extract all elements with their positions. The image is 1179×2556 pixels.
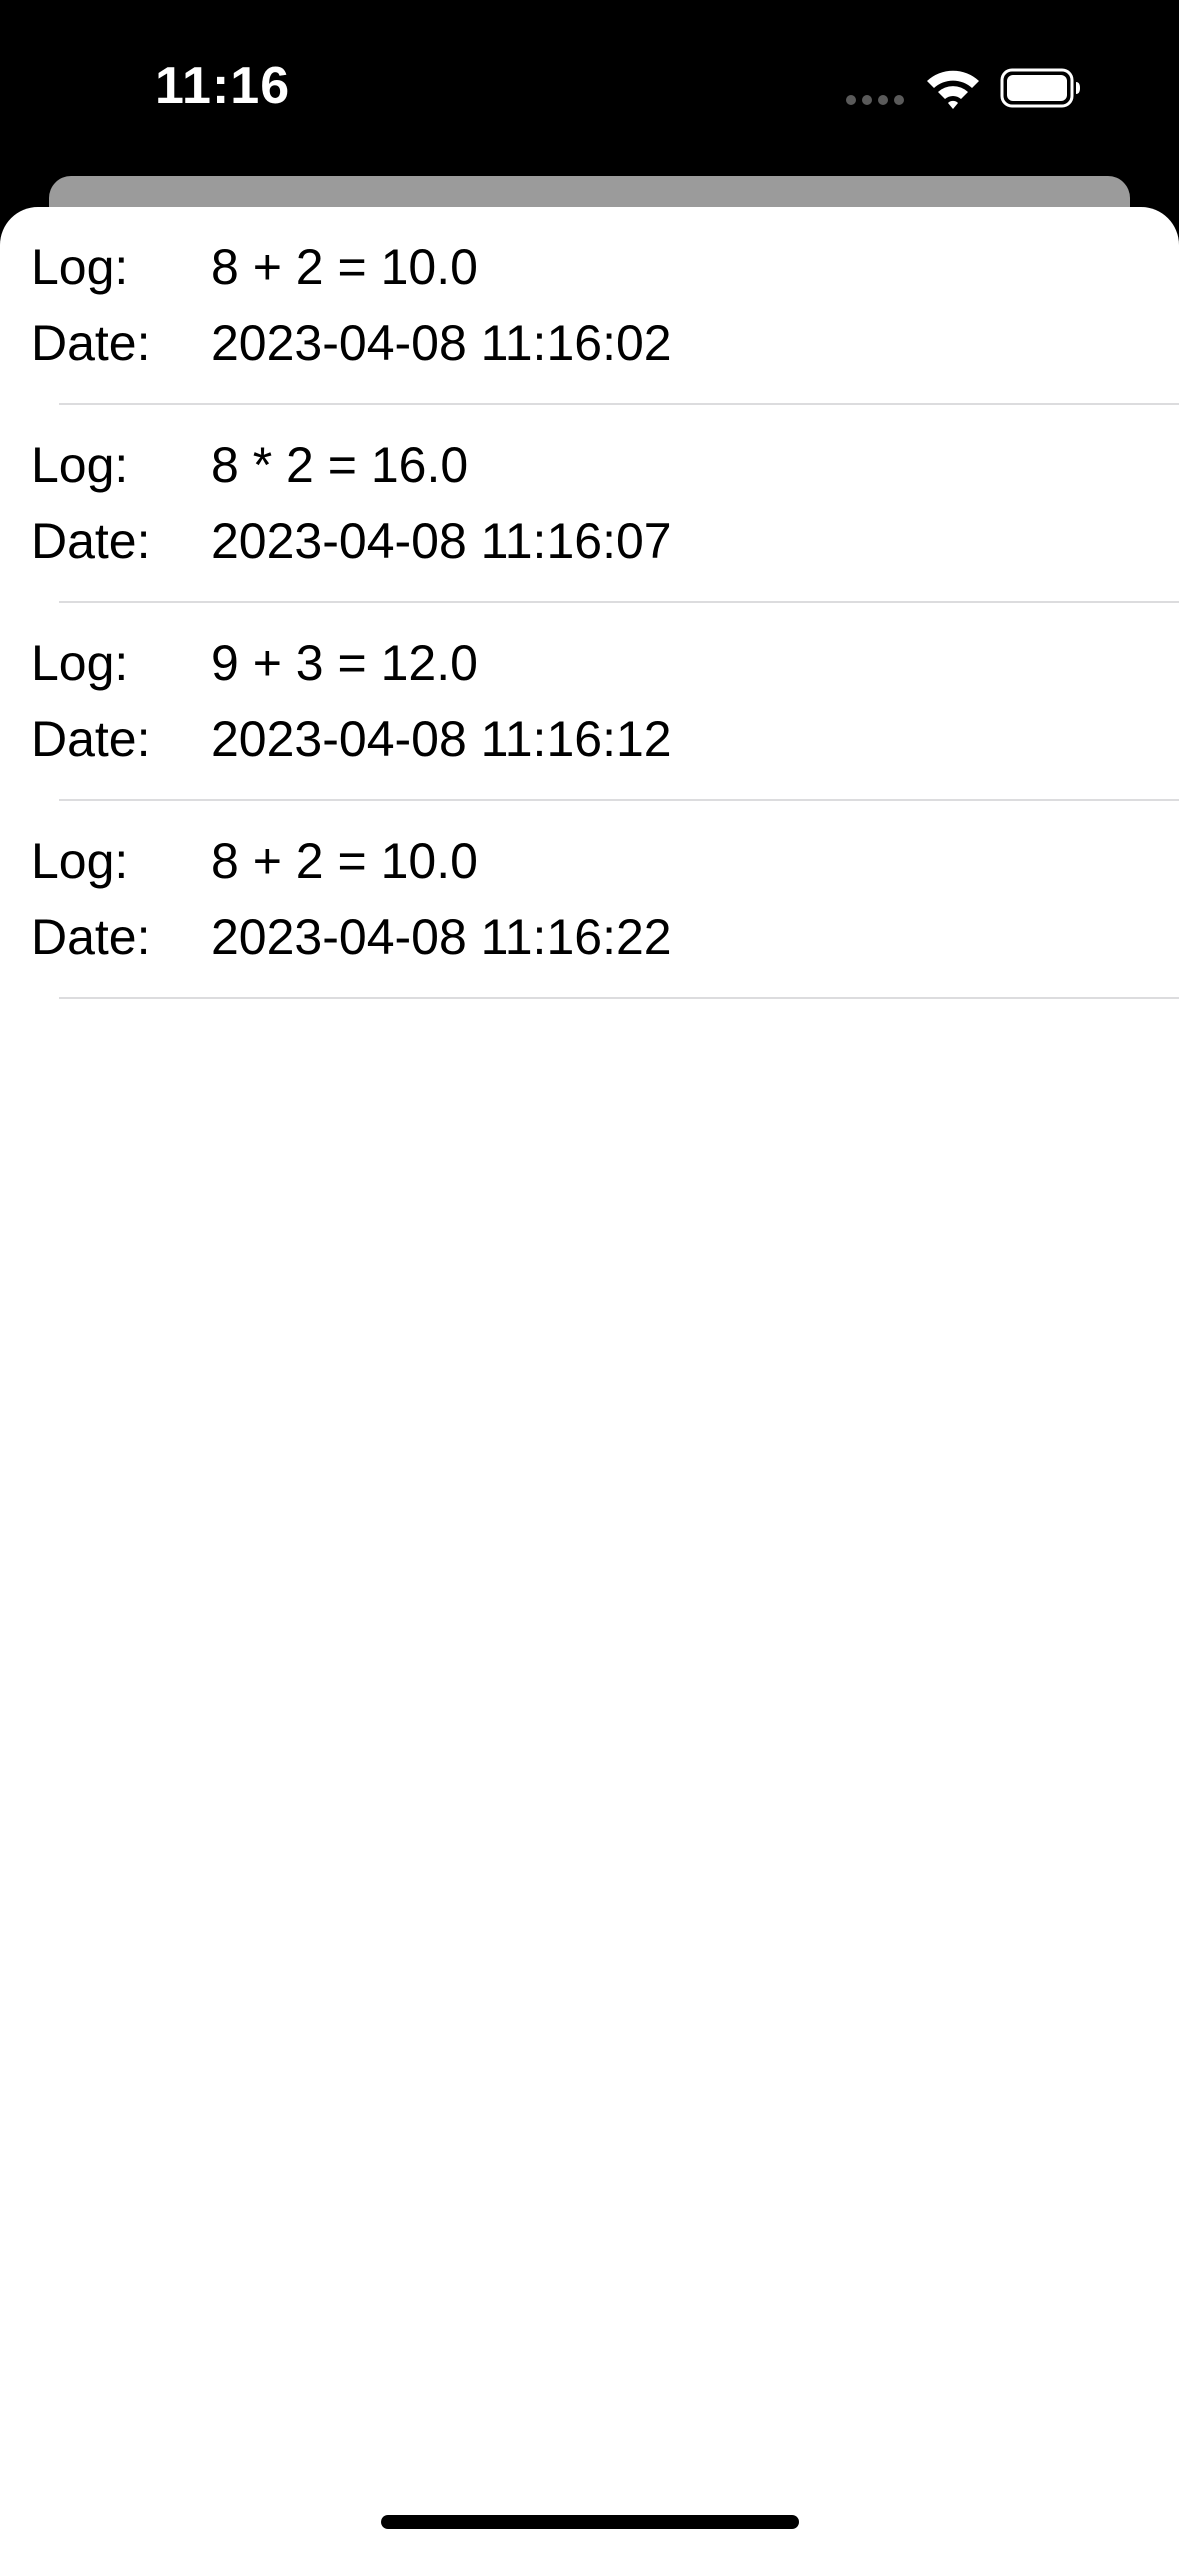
log-row[interactable]: Log: 8 + 2 = 10.0 Date: 2023-04-08 11:16… [0, 207, 1179, 405]
date-field: Date: 2023-04-08 11:16:22 [0, 907, 1179, 967]
log-row[interactable]: Log: 9 + 3 = 12.0 Date: 2023-04-08 11:16… [0, 603, 1179, 801]
date-field: Date: 2023-04-08 11:16:02 [0, 313, 1179, 373]
row-separator [59, 997, 1179, 999]
date-label: Date: [31, 513, 151, 569]
date-field: Date: 2023-04-08 11:16:07 [0, 511, 1179, 571]
log-row[interactable]: Log: 8 * 2 = 16.0 Date: 2023-04-08 11:16… [0, 405, 1179, 603]
status-time: 11:16 [155, 57, 291, 115]
log-row[interactable]: Log: 8 + 2 = 10.0 Date: 2023-04-08 11:16… [0, 801, 1179, 999]
log-field: Log: 8 + 2 = 10.0 [0, 831, 1179, 891]
log-field: Log: 8 * 2 = 16.0 [0, 435, 1179, 495]
log-field: Log: 9 + 3 = 12.0 [0, 633, 1179, 693]
status-bar: 11:16 [0, 0, 1179, 170]
date-label: Date: [31, 909, 151, 965]
date-label: Date: [31, 711, 151, 767]
cellular-signal-icon [846, 95, 904, 105]
log-value: 9 + 3 = 12.0 [211, 635, 478, 691]
log-list: Log: 8 + 2 = 10.0 Date: 2023-04-08 11:16… [0, 207, 1179, 999]
date-field: Date: 2023-04-08 11:16:12 [0, 709, 1179, 769]
log-label: Log: [31, 635, 129, 691]
date-value: 2023-04-08 11:16:07 [211, 513, 672, 569]
log-label: Log: [31, 437, 129, 493]
log-label: Log: [31, 833, 129, 889]
battery-icon [1000, 68, 1080, 108]
log-value: 8 * 2 = 16.0 [211, 437, 469, 493]
log-value: 8 + 2 = 10.0 [211, 833, 478, 889]
date-value: 2023-04-08 11:16:02 [211, 315, 672, 371]
history-sheet: Log: 8 + 2 = 10.0 Date: 2023-04-08 11:16… [0, 207, 1179, 2556]
log-label: Log: [31, 239, 129, 295]
log-value: 8 + 2 = 10.0 [211, 239, 478, 295]
date-value: 2023-04-08 11:16:22 [211, 909, 672, 965]
log-field: Log: 8 + 2 = 10.0 [0, 237, 1179, 297]
wifi-icon [927, 70, 979, 109]
date-value: 2023-04-08 11:16:12 [211, 711, 672, 767]
home-indicator[interactable] [381, 2515, 799, 2529]
date-label: Date: [31, 315, 151, 371]
